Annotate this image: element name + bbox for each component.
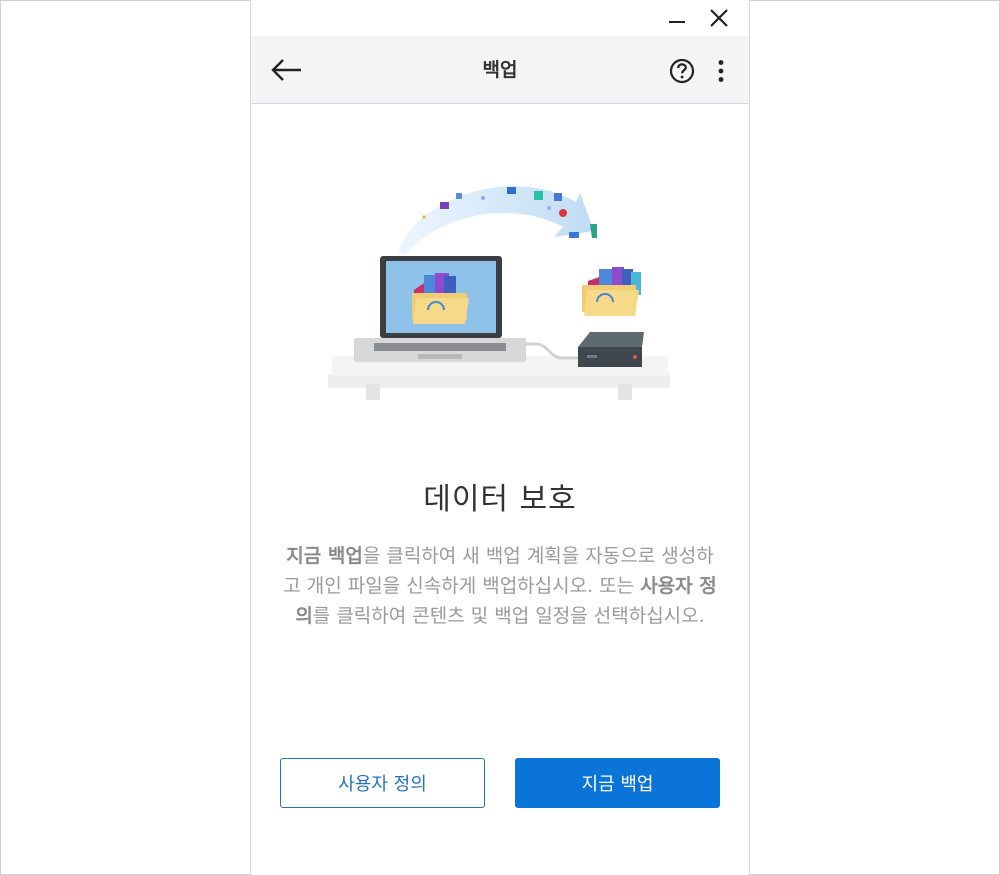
- backup-now-button[interactable]: 지금 백업: [515, 758, 720, 808]
- minimize-button[interactable]: [662, 4, 692, 32]
- help-button[interactable]: [665, 56, 699, 86]
- back-button[interactable]: [267, 54, 307, 86]
- close-button[interactable]: [704, 4, 734, 32]
- backup-window: 백업 데이터 보호 지금 백업을 클릭하여 새 백업 계획을 자동으로 생성하고…: [250, 0, 750, 875]
- description-bold-backup-now: 지금 백업: [286, 545, 363, 567]
- title-bar: [251, 0, 749, 36]
- minimize-icon: [669, 21, 685, 23]
- arrow-left-icon: [271, 59, 301, 81]
- backup-illustration: [328, 186, 670, 400]
- description-text: 지금 백업을 클릭하여 새 백업 계획을 자동으로 생성하고 개인 파일을 신속…: [279, 541, 721, 631]
- section-heading: 데이터 보호: [423, 482, 577, 517]
- custom-button[interactable]: 사용자 정의: [280, 758, 485, 808]
- more-options-button[interactable]: [709, 56, 733, 86]
- close-icon: [710, 9, 728, 27]
- help-circle-icon: [669, 58, 695, 84]
- description-text-part2: 를 클릭하여 콘텐츠 및 백업 일정을 선택하십시오.: [312, 605, 705, 627]
- app-header: 백업: [251, 36, 749, 104]
- more-vertical-icon: [718, 60, 724, 82]
